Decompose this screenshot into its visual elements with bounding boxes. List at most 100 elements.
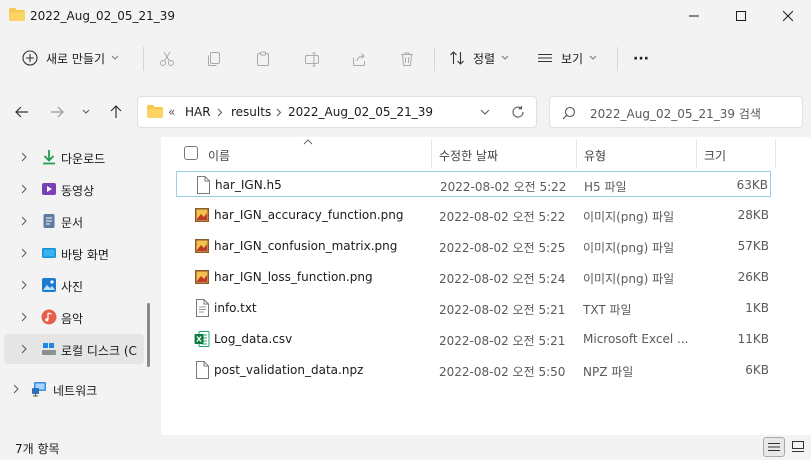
file-row[interactable]: har_IGN_loss_function.png 2022-08-02 오전 … xyxy=(176,264,771,290)
new-button[interactable]: 새로 만들기 xyxy=(14,44,138,72)
tiles-view-toggle[interactable] xyxy=(788,437,808,457)
refresh-icon[interactable] xyxy=(511,105,525,119)
column-divider[interactable] xyxy=(431,140,432,168)
column-header-modified[interactable]: 수정한 날짜 xyxy=(439,147,498,164)
file-name: post_validation_data.npz xyxy=(214,363,364,377)
file-name: info.txt xyxy=(214,301,257,315)
cut-button[interactable] xyxy=(153,45,181,73)
image-file-icon xyxy=(195,239,209,253)
chevron-right-icon[interactable] xyxy=(20,343,30,355)
drive-icon xyxy=(42,343,56,355)
desktop-icon xyxy=(42,248,56,258)
delete-button[interactable] xyxy=(393,45,421,73)
breadcrumb-overflow[interactable]: « xyxy=(168,105,175,119)
picture-icon xyxy=(42,278,56,292)
breadcrumb-results[interactable]: results xyxy=(231,105,271,119)
file-type: NPZ 파일 xyxy=(583,365,634,379)
file-type: Microsoft Excel ... xyxy=(583,332,689,346)
file-type: TXT 파일 xyxy=(583,303,632,317)
toolbar-divider xyxy=(143,47,144,71)
view-button[interactable]: 보기 xyxy=(531,44,607,72)
music-icon xyxy=(41,309,57,325)
new-button-label: 새로 만들기 xyxy=(46,51,106,66)
chevron-right-icon[interactable] xyxy=(20,279,30,291)
chevron-right-icon[interactable] xyxy=(12,383,22,395)
sidebar-item-label: 동영상 xyxy=(61,184,95,198)
sidebar-item-network[interactable]: 네트워크 xyxy=(4,374,144,404)
forward-button[interactable] xyxy=(44,99,70,125)
file-row[interactable]: info.txt 2022-08-02 오전 5:21 TXT 파일 1KB xyxy=(176,295,771,321)
navigation-pane[interactable]: 다운로드 동영상 문서 바탕 화면 사진 음악 로컬 디스크 (C 네트워크 xyxy=(0,137,160,435)
sidebar-item-videos[interactable]: 동영상 xyxy=(4,174,144,204)
file-row[interactable]: har_IGN_confusion_matrix.png 2022-08-02 … xyxy=(176,233,771,259)
tiles-view-icon xyxy=(792,441,804,452)
details-view-toggle[interactable] xyxy=(763,437,785,457)
sidebar-item-downloads[interactable]: 다운로드 xyxy=(4,142,144,172)
arrow-right-icon xyxy=(51,106,64,118)
trash-icon xyxy=(401,52,413,66)
breadcrumb-current[interactable]: 2022_Aug_02_05_21_39 xyxy=(288,105,433,119)
copy-button[interactable] xyxy=(200,45,228,73)
image-file-icon xyxy=(195,208,209,222)
sort-ascending-icon xyxy=(303,139,313,145)
column-header-type[interactable]: 유형 xyxy=(584,147,606,164)
file-size: 26KB xyxy=(737,270,769,284)
file-type: H5 파일 xyxy=(584,180,627,194)
recent-locations-button[interactable] xyxy=(75,99,97,125)
back-button[interactable] xyxy=(9,99,35,125)
breadcrumb-har[interactable]: HAR xyxy=(185,105,211,119)
column-divider[interactable] xyxy=(775,140,776,168)
file-row[interactable]: har_IGN.h5 2022-08-02 오전 5:22 H5 파일 63KB xyxy=(176,171,771,197)
paste-button[interactable] xyxy=(249,45,277,73)
file-size: 6KB xyxy=(745,363,769,377)
chevron-right-icon[interactable] xyxy=(20,151,30,163)
address-bar[interactable]: « HAR results 2022_Aug_02_05_21_39 xyxy=(137,96,537,128)
sidebar-item-desktop[interactable]: 바탕 화면 xyxy=(4,238,144,268)
chevron-down-icon[interactable] xyxy=(480,109,490,116)
title-bar[interactable]: 2022_Aug_02_05_21_39 xyxy=(0,0,811,33)
file-name: har_IGN.h5 xyxy=(215,178,282,192)
file-type: 이미지(png) 파일 xyxy=(583,272,675,286)
sidebar-item-documents[interactable]: 문서 xyxy=(4,206,144,236)
column-divider[interactable] xyxy=(696,140,697,168)
minimize-button[interactable] xyxy=(671,0,717,32)
rename-button[interactable] xyxy=(298,45,326,73)
chevron-down-icon xyxy=(501,55,509,60)
network-icon xyxy=(32,382,46,397)
list-view-icon xyxy=(538,53,552,63)
file-row[interactable]: har_IGN_accuracy_function.png 2022-08-02… xyxy=(176,202,771,228)
up-button[interactable] xyxy=(103,99,129,125)
more-options-button[interactable]: ··· xyxy=(627,45,655,73)
maximize-button[interactable] xyxy=(718,0,764,32)
column-header-name[interactable]: 이름 xyxy=(208,147,230,164)
sidebar-scrollbar[interactable] xyxy=(147,303,150,367)
file-date: 2022-08-02 오전 5:21 xyxy=(439,303,566,317)
search-box[interactable]: 2022_Aug_02_05_21_39 검색 xyxy=(549,96,803,128)
file-date: 2022-08-02 오전 5:22 xyxy=(440,180,567,194)
document-icon xyxy=(43,214,55,228)
select-all-checkbox[interactable] xyxy=(184,146,198,160)
chevron-right-icon[interactable] xyxy=(20,247,30,259)
search-placeholder: 2022_Aug_02_05_21_39 검색 xyxy=(590,107,761,121)
column-header-size[interactable]: 크기 xyxy=(704,147,726,164)
file-row[interactable]: Log_data.csv 2022-08-02 오전 5:21 Microsof… xyxy=(176,326,771,352)
file-date: 2022-08-02 오전 5:50 xyxy=(439,365,566,379)
chevron-right-icon[interactable] xyxy=(20,183,30,195)
sidebar-item-music[interactable]: 음악 xyxy=(4,302,144,332)
sidebar-item-label: 사진 xyxy=(61,280,84,294)
sidebar-item-label: 바탕 화면 xyxy=(61,248,109,262)
sort-button[interactable]: 정렬 xyxy=(443,44,521,72)
share-button[interactable] xyxy=(345,45,373,73)
chevron-right-icon[interactable] xyxy=(20,311,30,323)
file-date: 2022-08-02 오전 5:21 xyxy=(439,334,566,348)
share-icon xyxy=(353,53,365,66)
column-divider[interactable] xyxy=(576,140,577,168)
file-row[interactable]: post_validation_data.npz 2022-08-02 오전 5… xyxy=(176,357,771,383)
close-button[interactable] xyxy=(765,0,811,32)
file-size: 63KB xyxy=(736,178,768,192)
sidebar-item-pictures[interactable]: 사진 xyxy=(4,270,144,300)
chevron-right-icon[interactable] xyxy=(20,215,30,227)
sidebar-item-local-disk[interactable]: 로컬 디스크 (C xyxy=(4,334,144,364)
file-name: Log_data.csv xyxy=(214,332,293,346)
file-name: har_IGN_confusion_matrix.png xyxy=(214,239,398,253)
